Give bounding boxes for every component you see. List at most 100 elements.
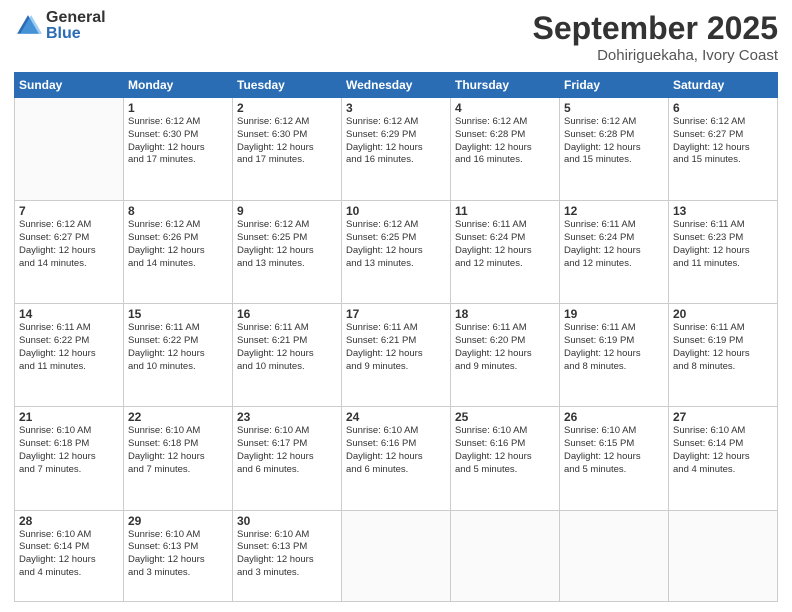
day-number: 10 — [346, 204, 446, 218]
logo-blue: Blue — [46, 26, 106, 42]
calendar-header-monday: Monday — [124, 73, 233, 98]
day-info: Sunrise: 6:10 AM Sunset: 6:18 PM Dayligh… — [19, 425, 119, 476]
day-info: Sunrise: 6:12 AM Sunset: 6:28 PM Dayligh… — [564, 116, 664, 167]
day-info: Sunrise: 6:12 AM Sunset: 6:30 PM Dayligh… — [237, 116, 337, 167]
calendar-header-friday: Friday — [560, 73, 669, 98]
calendar-cell: 5Sunrise: 6:12 AM Sunset: 6:28 PM Daylig… — [560, 98, 669, 201]
day-number: 22 — [128, 410, 228, 424]
calendar-cell: 4Sunrise: 6:12 AM Sunset: 6:28 PM Daylig… — [451, 98, 560, 201]
calendar-cell — [669, 510, 778, 601]
day-number: 1 — [128, 101, 228, 115]
calendar-cell: 19Sunrise: 6:11 AM Sunset: 6:19 PM Dayli… — [560, 304, 669, 407]
day-info: Sunrise: 6:12 AM Sunset: 6:25 PM Dayligh… — [346, 219, 446, 270]
day-number: 9 — [237, 204, 337, 218]
calendar-cell: 22Sunrise: 6:10 AM Sunset: 6:18 PM Dayli… — [124, 407, 233, 510]
calendar-cell: 20Sunrise: 6:11 AM Sunset: 6:19 PM Dayli… — [669, 304, 778, 407]
calendar-cell: 13Sunrise: 6:11 AM Sunset: 6:23 PM Dayli… — [669, 201, 778, 304]
calendar-cell — [342, 510, 451, 601]
day-info: Sunrise: 6:10 AM Sunset: 6:17 PM Dayligh… — [237, 425, 337, 476]
day-number: 21 — [19, 410, 119, 424]
day-number: 16 — [237, 307, 337, 321]
day-info: Sunrise: 6:11 AM Sunset: 6:20 PM Dayligh… — [455, 322, 555, 373]
page: General Blue September 2025 Dohiriguekah… — [0, 0, 792, 612]
day-info: Sunrise: 6:11 AM Sunset: 6:24 PM Dayligh… — [564, 219, 664, 270]
day-info: Sunrise: 6:10 AM Sunset: 6:18 PM Dayligh… — [128, 425, 228, 476]
logo-icon — [14, 12, 42, 40]
day-number: 12 — [564, 204, 664, 218]
calendar-week-row: 28Sunrise: 6:10 AM Sunset: 6:14 PM Dayli… — [15, 510, 778, 601]
calendar-cell — [15, 98, 124, 201]
day-info: Sunrise: 6:12 AM Sunset: 6:28 PM Dayligh… — [455, 116, 555, 167]
calendar-cell: 17Sunrise: 6:11 AM Sunset: 6:21 PM Dayli… — [342, 304, 451, 407]
calendar-cell: 11Sunrise: 6:11 AM Sunset: 6:24 PM Dayli… — [451, 201, 560, 304]
calendar-cell: 27Sunrise: 6:10 AM Sunset: 6:14 PM Dayli… — [669, 407, 778, 510]
day-info: Sunrise: 6:11 AM Sunset: 6:24 PM Dayligh… — [455, 219, 555, 270]
day-info: Sunrise: 6:12 AM Sunset: 6:29 PM Dayligh… — [346, 116, 446, 167]
day-info: Sunrise: 6:10 AM Sunset: 6:14 PM Dayligh… — [673, 425, 773, 476]
day-info: Sunrise: 6:12 AM Sunset: 6:25 PM Dayligh… — [237, 219, 337, 270]
day-number: 5 — [564, 101, 664, 115]
calendar-cell: 28Sunrise: 6:10 AM Sunset: 6:14 PM Dayli… — [15, 510, 124, 601]
day-info: Sunrise: 6:12 AM Sunset: 6:30 PM Dayligh… — [128, 116, 228, 167]
day-number: 8 — [128, 204, 228, 218]
day-info: Sunrise: 6:11 AM Sunset: 6:22 PM Dayligh… — [19, 322, 119, 373]
day-info: Sunrise: 6:10 AM Sunset: 6:13 PM Dayligh… — [128, 529, 228, 580]
day-number: 2 — [237, 101, 337, 115]
day-number: 28 — [19, 514, 119, 528]
day-info: Sunrise: 6:11 AM Sunset: 6:21 PM Dayligh… — [237, 322, 337, 373]
day-number: 23 — [237, 410, 337, 424]
day-info: Sunrise: 6:11 AM Sunset: 6:22 PM Dayligh… — [128, 322, 228, 373]
day-info: Sunrise: 6:10 AM Sunset: 6:13 PM Dayligh… — [237, 529, 337, 580]
day-number: 20 — [673, 307, 773, 321]
calendar-header-saturday: Saturday — [669, 73, 778, 98]
day-number: 15 — [128, 307, 228, 321]
header: General Blue September 2025 Dohiriguekah… — [14, 10, 778, 64]
day-number: 4 — [455, 101, 555, 115]
day-number: 25 — [455, 410, 555, 424]
day-number: 6 — [673, 101, 773, 115]
calendar-cell: 2Sunrise: 6:12 AM Sunset: 6:30 PM Daylig… — [233, 98, 342, 201]
day-number: 26 — [564, 410, 664, 424]
day-info: Sunrise: 6:10 AM Sunset: 6:15 PM Dayligh… — [564, 425, 664, 476]
logo-general: General — [46, 10, 106, 26]
calendar-cell — [560, 510, 669, 601]
day-number: 27 — [673, 410, 773, 424]
calendar-header-sunday: Sunday — [15, 73, 124, 98]
calendar-cell — [451, 510, 560, 601]
day-number: 18 — [455, 307, 555, 321]
calendar-cell: 8Sunrise: 6:12 AM Sunset: 6:26 PM Daylig… — [124, 201, 233, 304]
calendar-week-row: 14Sunrise: 6:11 AM Sunset: 6:22 PM Dayli… — [15, 304, 778, 407]
day-info: Sunrise: 6:11 AM Sunset: 6:19 PM Dayligh… — [673, 322, 773, 373]
title-block: September 2025 Dohiriguekaha, Ivory Coas… — [533, 10, 778, 64]
calendar-cell: 3Sunrise: 6:12 AM Sunset: 6:29 PM Daylig… — [342, 98, 451, 201]
calendar-cell: 16Sunrise: 6:11 AM Sunset: 6:21 PM Dayli… — [233, 304, 342, 407]
calendar-header-thursday: Thursday — [451, 73, 560, 98]
calendar-week-row: 21Sunrise: 6:10 AM Sunset: 6:18 PM Dayli… — [15, 407, 778, 510]
calendar-cell: 30Sunrise: 6:10 AM Sunset: 6:13 PM Dayli… — [233, 510, 342, 601]
calendar-cell: 10Sunrise: 6:12 AM Sunset: 6:25 PM Dayli… — [342, 201, 451, 304]
calendar-header-wednesday: Wednesday — [342, 73, 451, 98]
day-info: Sunrise: 6:11 AM Sunset: 6:19 PM Dayligh… — [564, 322, 664, 373]
calendar-cell: 24Sunrise: 6:10 AM Sunset: 6:16 PM Dayli… — [342, 407, 451, 510]
day-number: 3 — [346, 101, 446, 115]
day-number: 13 — [673, 204, 773, 218]
day-info: Sunrise: 6:10 AM Sunset: 6:16 PM Dayligh… — [455, 425, 555, 476]
day-number: 14 — [19, 307, 119, 321]
day-number: 19 — [564, 307, 664, 321]
day-number: 7 — [19, 204, 119, 218]
day-info: Sunrise: 6:11 AM Sunset: 6:21 PM Dayligh… — [346, 322, 446, 373]
day-info: Sunrise: 6:12 AM Sunset: 6:27 PM Dayligh… — [673, 116, 773, 167]
calendar-cell: 18Sunrise: 6:11 AM Sunset: 6:20 PM Dayli… — [451, 304, 560, 407]
day-number: 24 — [346, 410, 446, 424]
title-location: Dohiriguekaha, Ivory Coast — [533, 47, 778, 64]
calendar-cell: 15Sunrise: 6:11 AM Sunset: 6:22 PM Dayli… — [124, 304, 233, 407]
calendar-cell: 6Sunrise: 6:12 AM Sunset: 6:27 PM Daylig… — [669, 98, 778, 201]
logo: General Blue — [14, 10, 106, 42]
calendar-week-row: 1Sunrise: 6:12 AM Sunset: 6:30 PM Daylig… — [15, 98, 778, 201]
title-month: September 2025 — [533, 10, 778, 47]
day-info: Sunrise: 6:10 AM Sunset: 6:14 PM Dayligh… — [19, 529, 119, 580]
logo-text: General Blue — [46, 10, 106, 42]
calendar-cell: 25Sunrise: 6:10 AM Sunset: 6:16 PM Dayli… — [451, 407, 560, 510]
calendar-cell: 12Sunrise: 6:11 AM Sunset: 6:24 PM Dayli… — [560, 201, 669, 304]
calendar-table: SundayMondayTuesdayWednesdayThursdayFrid… — [14, 72, 778, 602]
